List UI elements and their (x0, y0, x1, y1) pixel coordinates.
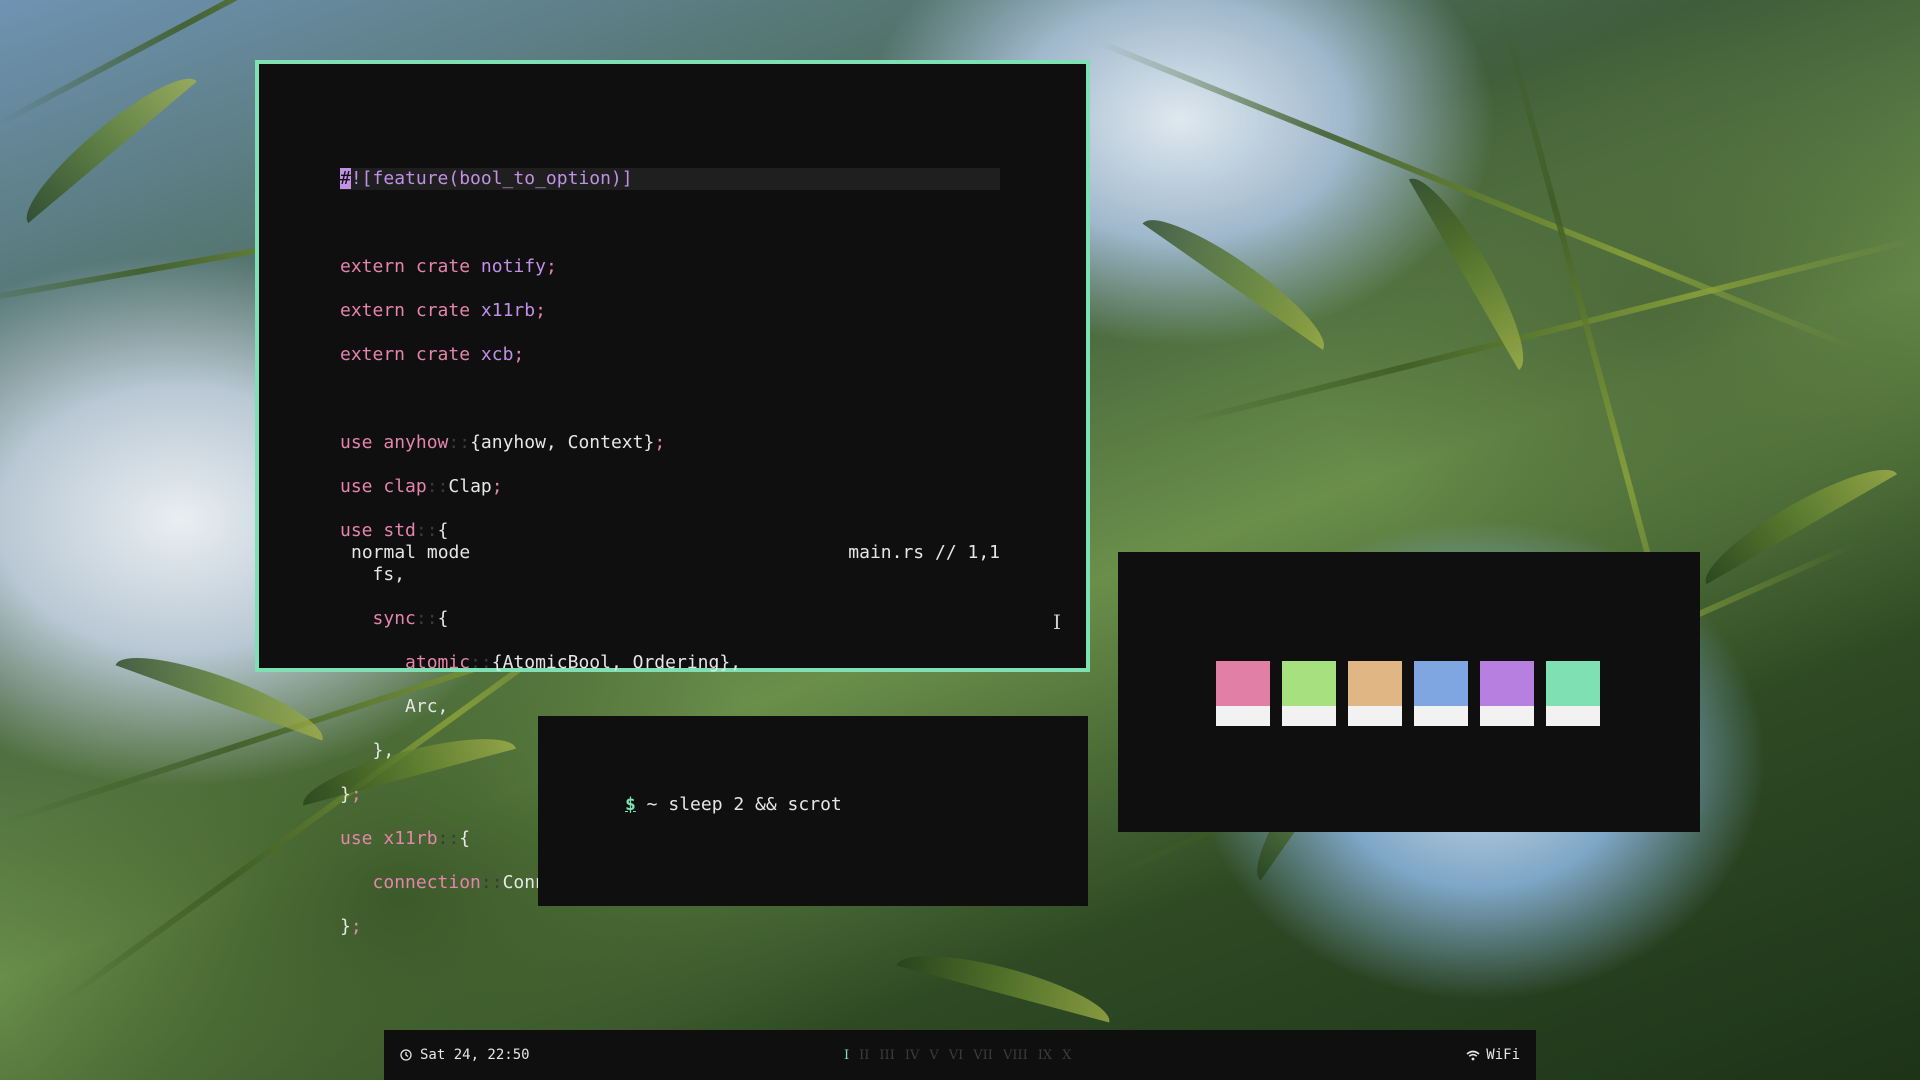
color-swatch (1348, 661, 1402, 726)
network-widget[interactable]: WiFi (1466, 1030, 1520, 1080)
workspace-VII[interactable]: VII (973, 1048, 993, 1063)
code-line: sync::{ (372, 608, 449, 629)
prompt-symbol: $ (625, 794, 636, 815)
workspace-VIII[interactable]: VIII (1003, 1048, 1028, 1063)
file-position: main.rs // 1,1 (848, 542, 1000, 563)
color-swatch (1480, 661, 1534, 726)
workspace-X[interactable]: X (1062, 1048, 1071, 1063)
code-line: extern crate x11rb; (340, 300, 546, 321)
code-line: use std::{ (340, 520, 449, 541)
color-palette-window[interactable] (1118, 552, 1700, 832)
code-line: use clap::Clap; (340, 476, 503, 497)
color-swatches (1216, 661, 1600, 726)
workspace-II[interactable]: II (859, 1048, 869, 1063)
code-line: extern crate notify; (340, 256, 557, 277)
workspace-III[interactable]: III (879, 1048, 894, 1063)
status-bar: Sat 24, 22:50 I II III IV V VI VII VIII IX X WiFi (384, 1030, 1536, 1080)
code-line: atomic::{AtomicBool, Ordering}, (405, 652, 741, 673)
mode-indicator: normal mode (351, 542, 471, 563)
code-line: extern crate xcb; (340, 344, 525, 365)
datetime-label: Sat 24, 22:50 (420, 1047, 530, 1063)
workspace-I[interactable]: I (844, 1048, 849, 1063)
terminal-command: ~ sleep 2 && scrot (635, 794, 842, 815)
editor-statusline: normal mode main.rs // 1,1 (340, 542, 1000, 564)
code-line: use anyhow::{anyhow, Context}; (340, 432, 666, 453)
workspace-V[interactable]: V (929, 1048, 938, 1063)
editor-window[interactable]: #![feature(bool_to_option)] extern crate… (255, 60, 1090, 937)
color-swatch (1546, 661, 1600, 726)
color-swatch (1414, 661, 1468, 726)
clock-widget[interactable]: Sat 24, 22:50 (400, 1030, 530, 1080)
code-line: Arc, (340, 696, 449, 717)
text-cursor-icon: Ι (1053, 610, 1061, 634)
code-line: #![feature(bool_to_option)] (340, 168, 1000, 190)
workspace-VI[interactable]: VI (949, 1048, 964, 1063)
color-swatch (1282, 661, 1336, 726)
workspace-IV[interactable]: IV (905, 1048, 920, 1063)
workspace-list: I II III IV V VI VII VIII IX X (844, 1030, 1071, 1080)
clock-icon (400, 1049, 412, 1061)
terminal-window[interactable]: $ ~ sleep 2 && scrot (538, 716, 1088, 906)
terminal-prompt-line[interactable]: $ ~ sleep 2 && scrot (625, 794, 842, 815)
code-line: fs, (340, 564, 406, 585)
workspace-IX[interactable]: IX (1038, 1048, 1052, 1063)
code-line: }; (340, 916, 362, 937)
network-label: WiFi (1486, 1047, 1520, 1063)
wifi-icon (1466, 1050, 1480, 1060)
color-swatch (1216, 661, 1270, 726)
